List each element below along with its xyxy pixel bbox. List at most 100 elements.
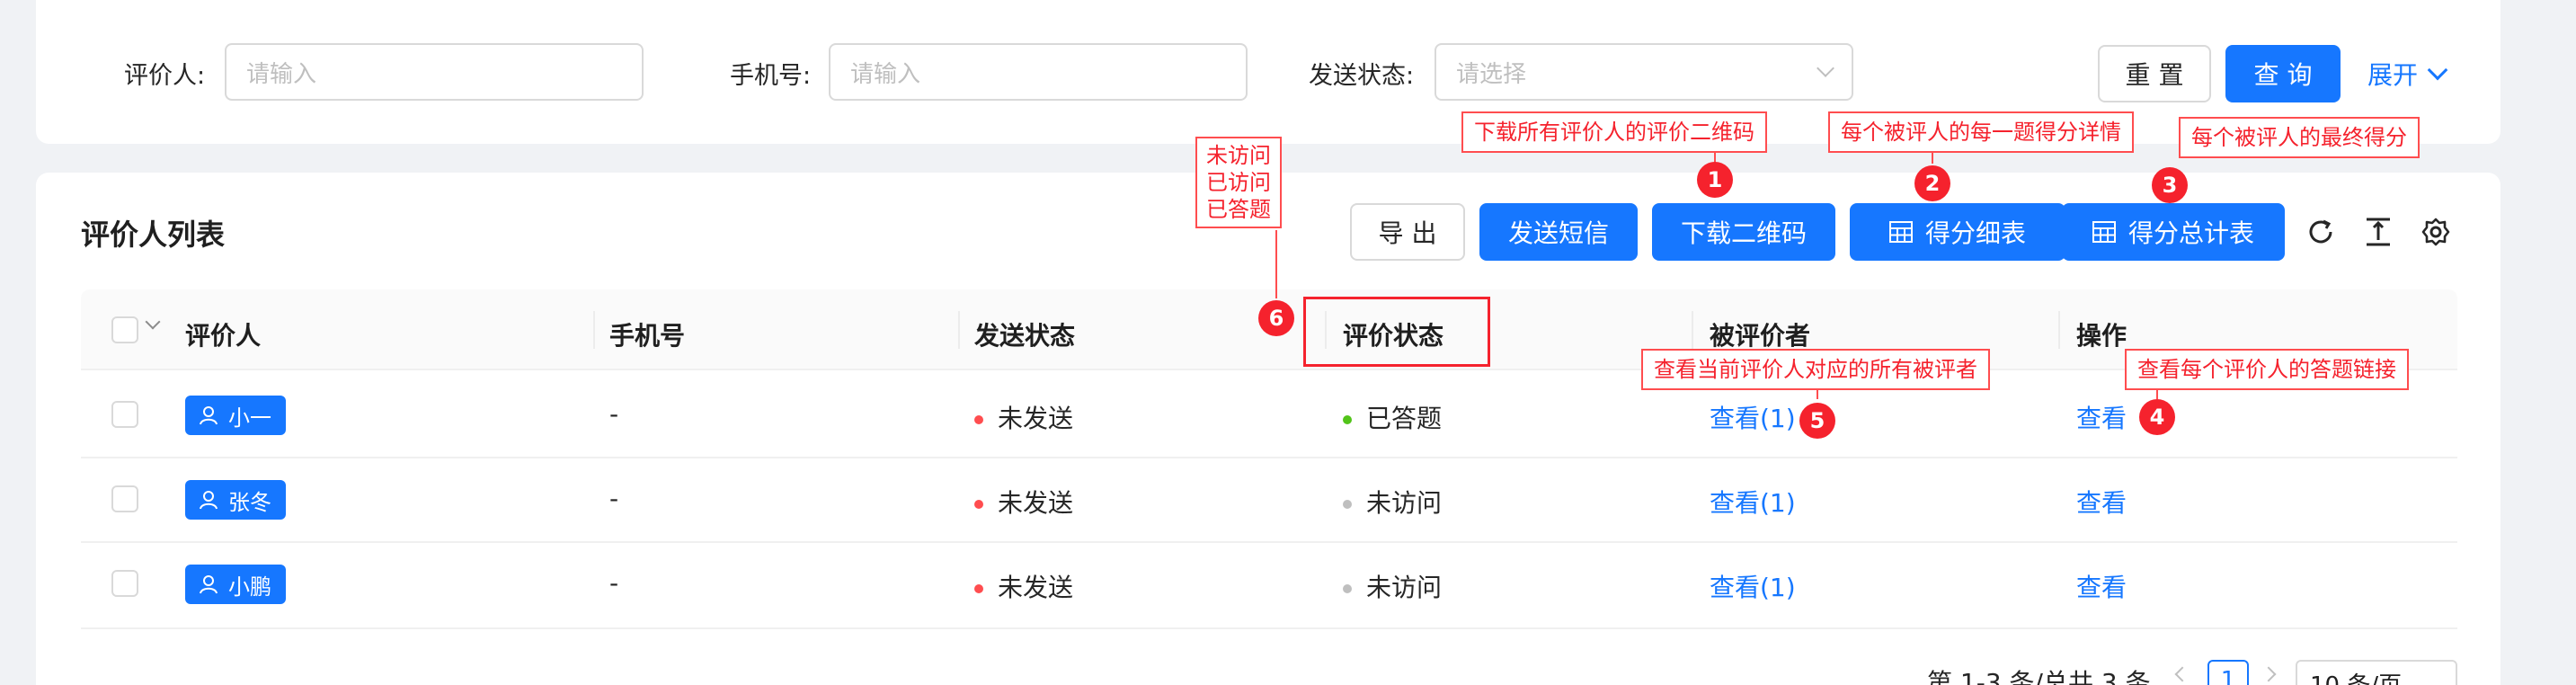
evaluator-tag: 小鹏 xyxy=(185,565,286,604)
status-dot-icon xyxy=(974,500,983,509)
eval-status-cell: 未访问 xyxy=(1343,568,1442,604)
status-dot-icon xyxy=(974,584,983,593)
annotation-3-marker: 3 xyxy=(2152,167,2188,203)
phone-cell: - xyxy=(609,484,619,513)
send-status-cell: 未发送 xyxy=(974,568,1073,604)
eval-status-text: 未访问 xyxy=(1366,573,1443,602)
annotation-6-line-1: 未访问 xyxy=(1206,143,1271,168)
pagination-page-1[interactable]: 1 xyxy=(2207,660,2249,685)
phone-filter-label: 手机号: xyxy=(730,62,812,90)
annotation-6-line-2: 已访问 xyxy=(1206,170,1271,195)
reset-button[interactable]: 重 置 xyxy=(2098,45,2211,102)
column-header-send-status: 发送状态 xyxy=(974,321,1076,351)
send-status-text: 未发送 xyxy=(998,404,1074,433)
annotation-4-connector xyxy=(2156,388,2158,399)
chevron-down-icon xyxy=(1817,59,1834,77)
select-all-checkbox[interactable] xyxy=(111,316,138,343)
score-summary-label: 得分总计表 xyxy=(2127,218,2254,248)
evaluator-name: 小鹏 xyxy=(228,574,271,600)
pagination-summary: 第 1-3 条/总共 3 条 xyxy=(1927,668,2151,685)
eval-status-text: 已答题 xyxy=(1366,404,1443,433)
score-detail-label: 得分细表 xyxy=(1924,218,2026,248)
row-divider xyxy=(81,457,2457,458)
phone-cell: - xyxy=(609,399,619,429)
setting-icon[interactable] xyxy=(2418,214,2454,250)
list-title: 评价人列表 xyxy=(81,218,226,252)
table-icon xyxy=(1888,221,1913,243)
score-detail-button[interactable]: 得分细表 xyxy=(1850,203,2065,261)
evaluator-tag: 张冬 xyxy=(185,480,286,520)
user-icon xyxy=(200,406,218,425)
column-height-icon[interactable] xyxy=(2360,214,2396,250)
annotation-6-line-3: 已答题 xyxy=(1206,197,1271,222)
evaluator-name: 张冬 xyxy=(228,489,271,515)
evaluator-tag: 小一 xyxy=(185,396,286,435)
page: 评价人: 请输入 手机号: 请输入 发送状态: 请选择 重 置 查 询 展开 评… xyxy=(0,0,2576,685)
send-status-select[interactable]: 请选择 xyxy=(1435,43,1853,101)
annotation-4-box: 查看每个评价人的答题链接 xyxy=(2125,349,2409,390)
chevron-down-icon xyxy=(2427,59,2448,81)
search-button[interactable]: 查 询 xyxy=(2225,45,2341,102)
row-divider xyxy=(81,627,2457,629)
row-checkbox[interactable] xyxy=(111,570,138,597)
column-divider xyxy=(2058,311,2060,349)
eval-status-highlight xyxy=(1303,297,1490,367)
column-header-phone: 手机号 xyxy=(609,321,686,351)
annotation-1-box: 下载所有评价人的评价二维码 xyxy=(1461,111,1767,153)
eval-status-cell: 已答题 xyxy=(1343,399,1442,435)
send-status-text: 未发送 xyxy=(998,488,1074,518)
row-divider xyxy=(81,541,2457,543)
column-divider xyxy=(593,311,595,349)
column-divider xyxy=(958,311,960,349)
send-status-cell: 未发送 xyxy=(974,484,1073,520)
send-status-text: 未发送 xyxy=(998,573,1074,602)
download-qrcode-button[interactable]: 下载二维码 xyxy=(1652,203,1835,261)
view-evaluatees-link[interactable]: 查看(1) xyxy=(1710,484,1796,520)
send-status-filter-label: 发送状态: xyxy=(1309,62,1415,90)
send-status-placeholder: 请选择 xyxy=(1456,60,1527,88)
phone-cell: - xyxy=(609,568,619,598)
annotation-5-box: 查看当前评价人对应的所有被评者 xyxy=(1641,349,1990,390)
eval-status-text: 未访问 xyxy=(1366,488,1443,518)
view-answer-link[interactable]: 查看 xyxy=(2076,568,2127,604)
phone-filter-input[interactable]: 请输入 xyxy=(829,43,1248,101)
expand-toggle[interactable]: 展开 xyxy=(2367,56,2448,92)
column-header-evaluatees: 被评价者 xyxy=(1710,321,1811,351)
status-dot-icon xyxy=(1343,584,1352,593)
column-divider xyxy=(1692,311,1693,349)
column-header-evaluator: 评价人 xyxy=(185,321,262,351)
row-checkbox[interactable] xyxy=(111,401,138,428)
annotation-5-connector xyxy=(1817,388,1818,399)
eval-status-cell: 未访问 xyxy=(1343,484,1442,520)
annotation-6-marker: 6 xyxy=(1258,300,1294,336)
row-checkbox[interactable] xyxy=(111,485,138,512)
annotation-1-marker: 1 xyxy=(1697,162,1733,198)
score-summary-button[interactable]: 得分总计表 xyxy=(2062,203,2285,261)
annotation-4-marker: 4 xyxy=(2139,399,2175,435)
annotation-2-marker: 2 xyxy=(1914,165,1950,201)
evaluator-name: 小一 xyxy=(228,405,271,431)
send-sms-button[interactable]: 发送短信 xyxy=(1479,203,1638,261)
annotation-3-box: 每个被评人的最终得分 xyxy=(2179,117,2420,158)
view-evaluatees-link[interactable]: 查看(1) xyxy=(1710,399,1796,435)
column-header-actions: 操作 xyxy=(2076,321,2127,351)
annotation-5-marker: 5 xyxy=(1799,403,1835,439)
export-button[interactable]: 导 出 xyxy=(1350,203,1465,261)
user-icon xyxy=(200,491,218,510)
view-answer-link[interactable]: 查看 xyxy=(2076,399,2127,435)
table-icon xyxy=(2092,221,2116,243)
view-answer-link[interactable]: 查看 xyxy=(2076,484,2127,520)
annotation-2-box: 每个被评人的每一题得分详情 xyxy=(1828,111,2134,153)
view-evaluatees-link[interactable]: 查看(1) xyxy=(1710,568,1796,604)
status-dot-icon xyxy=(1343,415,1352,424)
send-status-cell: 未发送 xyxy=(974,399,1073,435)
page-size-select[interactable]: 10 条/页 xyxy=(2296,660,2457,685)
annotation-2-connector xyxy=(1932,151,1933,164)
evaluator-filter-label: 评价人: xyxy=(124,62,206,90)
reload-icon[interactable] xyxy=(2303,214,2339,250)
evaluator-filter-placeholder: 请输入 xyxy=(246,60,317,88)
status-dot-icon xyxy=(1343,500,1352,509)
expand-label: 展开 xyxy=(2367,60,2419,90)
annotation-6-box: 未访问 已访问 已答题 xyxy=(1195,137,1282,228)
evaluator-filter-input[interactable]: 请输入 xyxy=(225,43,644,101)
